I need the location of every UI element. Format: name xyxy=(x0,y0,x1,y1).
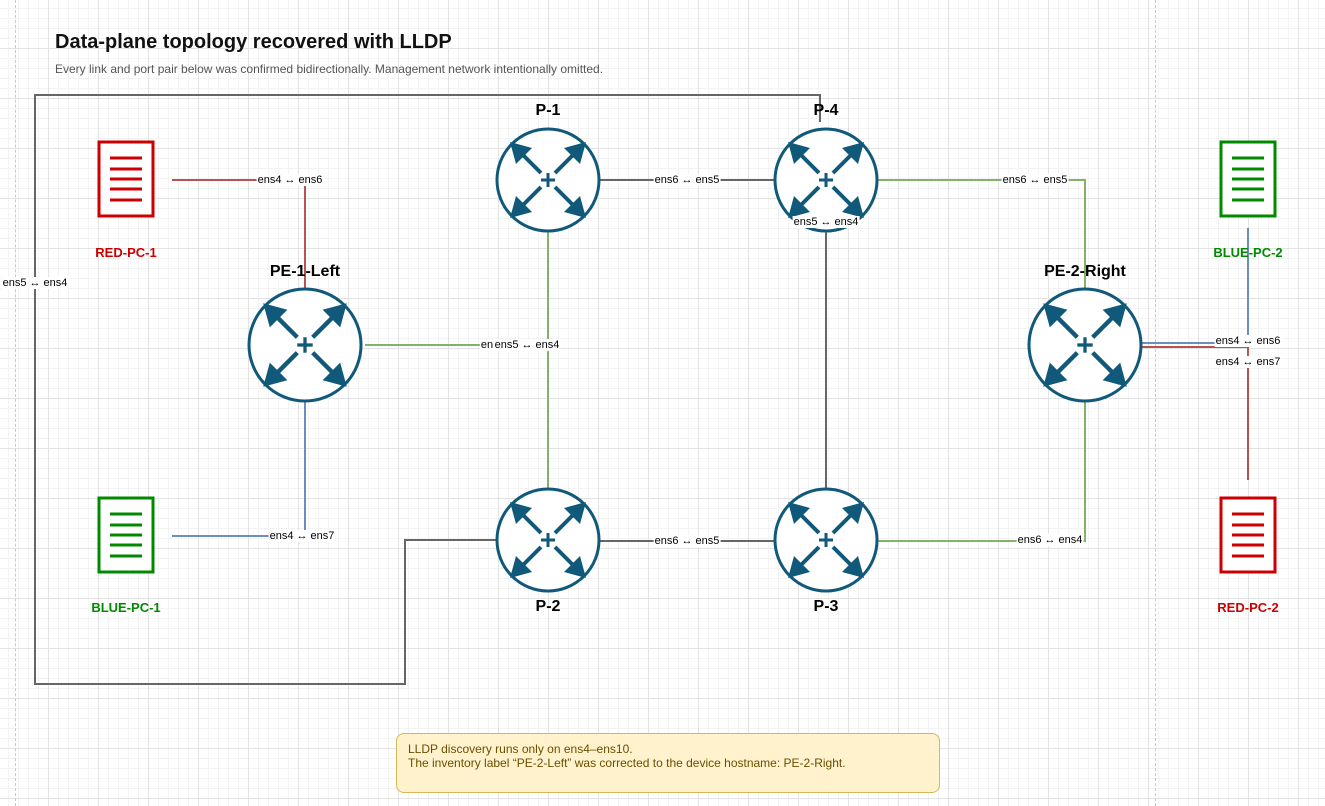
topology-canvas xyxy=(34,94,1277,685)
link-label-p4-pe2: ens6 ↔ ens5 xyxy=(1001,174,1069,186)
link-label-pe2-red-pc-2: ens4 ↔ ens7 xyxy=(1214,356,1282,368)
router-pe1[interactable] xyxy=(247,287,363,403)
link-p3-pe2 xyxy=(878,402,1086,542)
router-label-pe1: PE-1-Left xyxy=(269,263,341,280)
link-label-p2-p3: ens6 ↔ ens5 xyxy=(653,535,721,547)
link-label-pe1-p1: ens5 ↔ ens4 xyxy=(493,339,561,351)
blue-pc-1-icon[interactable] xyxy=(97,496,155,574)
link-label-p1-p4: ens6 ↔ ens5 xyxy=(653,174,721,186)
link-label-p3-pe2: ens6 ↔ ens4 xyxy=(1016,534,1084,546)
router-label-pe2: PE-2-Right xyxy=(1044,263,1126,280)
router-label-p3: P-3 xyxy=(813,598,839,615)
router-label-p1: P-1 xyxy=(535,102,561,119)
red-pc-1-icon[interactable] xyxy=(97,140,155,218)
router-p3[interactable] xyxy=(773,487,879,593)
pc-label-blue-pc-1: BLUE-PC-1 xyxy=(91,600,161,615)
link-pe1-p1 xyxy=(365,232,549,346)
router-label-p4: P-4 xyxy=(813,102,839,119)
info-note: LLDP discovery runs only on ens4–ens10. … xyxy=(396,733,940,793)
red-pc-2-icon[interactable] xyxy=(1219,496,1277,574)
router-label-p2: P-2 xyxy=(535,598,561,615)
router-p1[interactable] xyxy=(495,127,601,233)
pc-label-red-pc-2: RED-PC-2 xyxy=(1217,600,1279,615)
link-label-p4-p3: ens5 ↔ ens4 xyxy=(792,216,860,228)
router-p2[interactable] xyxy=(495,487,601,593)
link-label-outer-loop: ens5 ↔ ens4 xyxy=(1,277,69,289)
router-pe2[interactable] xyxy=(1027,287,1143,403)
pc-label-red-pc-1: RED-PC-1 xyxy=(95,245,157,260)
pc-label-blue-pc-2: BLUE-PC-2 xyxy=(1213,245,1283,260)
note-line-1: LLDP discovery runs only on ens4–ens10. xyxy=(408,742,633,756)
link-label-pe2-blue-pc-2: ens4 ↔ ens6 xyxy=(1214,335,1282,347)
link-label-pe1-p1-overlap: en xyxy=(479,339,495,351)
blue-pc-2-icon[interactable] xyxy=(1219,140,1277,218)
link-label-blue-pc-1-pe1: ens4 ↔ ens7 xyxy=(268,530,336,542)
link-label-red-pc-1-pe1: ens4 ↔ ens6 xyxy=(256,174,324,186)
note-line-2: The inventory label “PE-2-Left” was corr… xyxy=(408,756,846,770)
link-blue-pc-1-pe1 xyxy=(172,402,306,537)
